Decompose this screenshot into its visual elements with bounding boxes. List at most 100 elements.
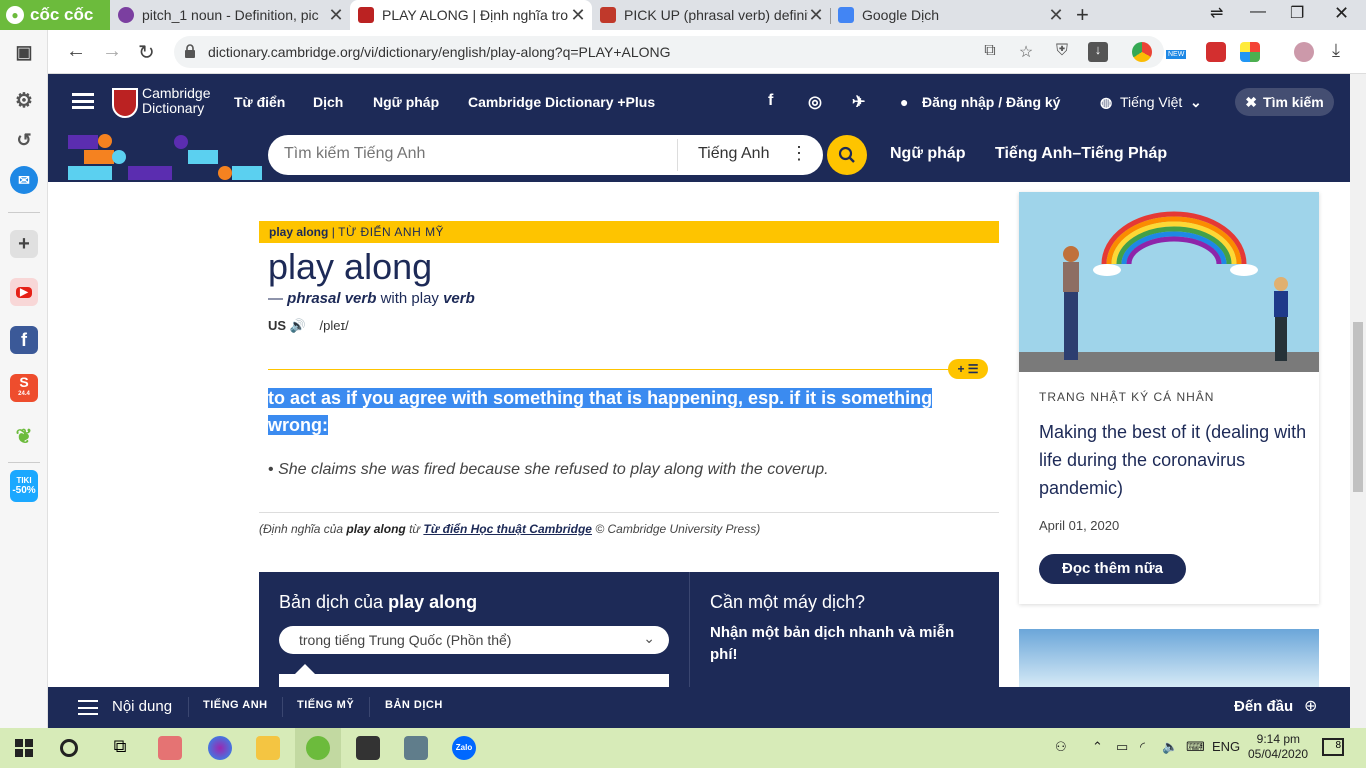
jump-english[interactable]: TIẾNG ANH [203,699,268,711]
add-app-icon[interactable]: + [10,230,38,258]
close-icon[interactable]: ✕ [328,5,344,26]
jump-translation[interactable]: BẢN DỊCH [385,699,443,711]
pos-verb-link[interactable]: verb [443,290,475,307]
english-french-link[interactable]: Tiếng Anh–Tiếng Pháp [995,145,1167,163]
download-arrow-icon[interactable]: ↓ [1088,42,1108,62]
tab-play-along[interactable]: PLAY ALONG | Định nghĩa tro ✕ [350,0,592,30]
reload-button[interactable]: ↻ [138,40,155,65]
contents-label[interactable]: Nội dung [112,698,172,715]
tab-google-translate[interactable]: Google Dịch ✕ [830,0,1070,30]
read-more-button[interactable]: Đọc thêm nữa [1039,554,1186,584]
blog-title[interactable]: Making the best of it (dealing with life… [1039,418,1309,502]
shield-icon[interactable]: ⛨ [1052,42,1072,62]
search-language-selector[interactable]: Tiếng Anh [698,145,769,163]
search-button[interactable] [827,135,867,175]
notification-center-icon[interactable]: 8 [1322,738,1344,756]
bookmark-star-icon[interactable]: ☆ [1016,42,1036,62]
input-language[interactable]: ENG [1212,739,1240,754]
facebook-icon[interactable]: f [768,92,773,110]
color-extension-icon[interactable] [1240,42,1260,62]
page-scrollbar[interactable] [1350,74,1366,728]
volume-icon[interactable]: 🔈 [1162,739,1178,755]
paint-app-icon[interactable] [208,736,232,760]
facebook-icon[interactable]: f [10,326,38,354]
close-icon[interactable]: ✕ [570,5,586,26]
machine-translate-description[interactable]: Nhận một bản dịch nhanh và miễn phí! [710,622,970,666]
task-view-icon[interactable]: ⧉ [108,736,132,760]
tab-pick-up[interactable]: PICK UP (phrasal verb) definiti ✕ [592,0,830,30]
new-tab-button[interactable]: + [1076,2,1089,28]
keyboard-icon[interactable]: ⌨ [1186,739,1205,755]
chevron-up-icon[interactable]: ⌃ [1092,739,1103,755]
contents-menu-icon[interactable] [78,700,98,715]
chrome-extension-icon[interactable] [1132,42,1152,62]
file-explorer-icon[interactable] [256,736,280,760]
pos-with: with play [380,290,439,307]
nav-translate[interactable]: Dịch [313,94,343,110]
tab-search-icon[interactable]: ⇌ [1210,3,1223,23]
close-window-button[interactable]: ✕ [1334,3,1349,24]
definition-text[interactable]: to act as if you agree with something th… [268,385,968,439]
coccoc-leaf-icon[interactable]: ❦ [10,422,38,450]
history-icon[interactable]: ↺ [10,126,38,154]
nav-dictionary[interactable]: Từ điển [234,94,285,110]
wifi-icon[interactable]: ◜ [1140,739,1145,755]
youtube-icon[interactable]: ▶ [10,278,38,306]
search-icon[interactable] [60,739,78,757]
add-to-list-button[interactable]: + ☰ [948,359,988,379]
windows-start-icon[interactable] [12,736,36,760]
grammar-link[interactable]: Ngữ pháp [890,145,966,163]
tiki-icon[interactable]: TIKI -50% [10,470,38,502]
downloads-icon[interactable]: ⤓ [1332,40,1340,61]
login-link[interactable]: Đăng nhập / Đăng ký [922,94,1060,110]
profile-avatar[interactable] [1294,42,1314,62]
forward-button[interactable]: → [102,40,122,63]
messenger-icon[interactable]: ✉ [10,166,38,194]
shopee-icon[interactable]: S 24.4 [10,374,38,402]
red-extension-icon[interactable] [1206,42,1226,62]
back-to-top-link[interactable]: Đến đầu [1234,698,1293,715]
clock[interactable]: 9:14 pm 05/04/2020 [1248,732,1308,762]
close-icon[interactable]: ✕ [1048,5,1064,26]
people-icon[interactable]: ⚇ [1055,739,1067,755]
close-icon[interactable]: ✕ [808,5,824,26]
taskbar-app-icon[interactable] [158,736,182,760]
speaker-icon[interactable]: 🔊 [290,318,306,333]
coccoc-taskbar-icon[interactable] [306,736,330,760]
minimize-button[interactable]: — [1250,3,1266,21]
language-selector[interactable]: Tiếng Việt [1120,94,1182,110]
scrollbar-thumb[interactable] [1353,322,1363,492]
omnibox[interactable]: dictionary.cambridge.org/vi/dictionary/e… [174,36,1164,68]
source-dictionary-link[interactable]: Từ điển Học thuật Cambridge [423,522,592,536]
zalo-icon[interactable]: Zalo [452,736,476,760]
more-options-icon[interactable]: ⋮ [790,143,808,164]
nav-grammar[interactable]: Ngữ pháp [373,94,439,110]
entry-bar-dictionary: TỪ ĐIỂN ANH MỸ [338,225,445,239]
hamburger-menu-icon[interactable] [72,93,94,109]
cambridge-shield-icon[interactable] [112,88,138,118]
maximize-button[interactable]: ❐ [1290,3,1304,23]
nav-plus[interactable]: Cambridge Dictionary +Plus [468,94,655,110]
translation-language-select[interactable]: trong tiếng Trung Quốc (Phồn thể) ⌄ [279,626,669,654]
search-input[interactable] [284,145,664,163]
jump-american[interactable]: TIẾNG MỸ [297,699,354,711]
blog-card-image[interactable] [1019,192,1319,372]
sidebar-toggle-icon[interactable]: ▣ [10,38,38,66]
sticky-notes-icon[interactable] [356,736,380,760]
second-blog-image[interactable] [1019,629,1319,687]
settings-gear-icon[interactable]: ⚙ [10,86,38,114]
coccoc-menu-button[interactable]: ● cốc cốc [0,0,110,30]
user-icon[interactable]: ● [900,94,908,110]
taskbar-app-icon[interactable] [404,736,428,760]
site-logo[interactable]: Cambridge Dictionary [142,86,210,116]
back-button[interactable]: ← [66,40,86,63]
battery-icon[interactable]: ▭ [1116,739,1128,755]
translate-page-icon[interactable]: ⧉ [980,42,1000,62]
instagram-icon[interactable]: ◎ [808,92,822,112]
tab-pitch[interactable]: pitch_1 noun - Definition, pic ✕ [110,0,350,30]
globe-icon[interactable]: ◍ [1100,94,1112,111]
header-search-button[interactable]: ✖ Tìm kiếm [1235,88,1334,116]
new-badge-extension-icon[interactable]: NEW [1166,42,1187,62]
twitter-icon[interactable]: ✈ [852,92,865,112]
arrow-up-circle-icon[interactable]: ⊕ [1304,696,1317,716]
